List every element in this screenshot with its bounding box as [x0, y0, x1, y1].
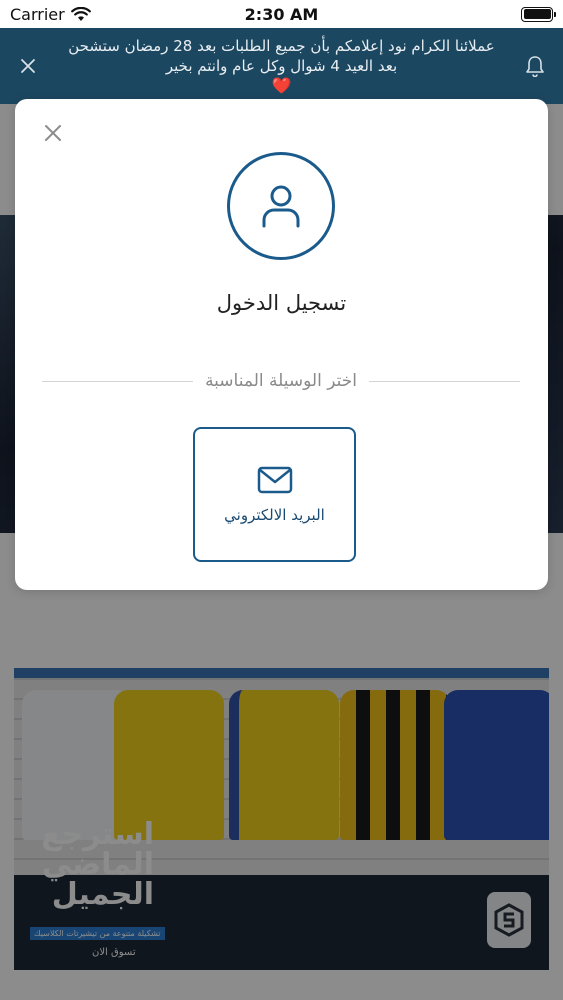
announcement-text: عملائنا الكرام نود إعلامكم بأن جميع الطل…	[68, 37, 495, 75]
login-title: تسجيل الدخول	[216, 291, 347, 315]
login-modal: تسجيل الدخول اختر الوسيلة المناسبة البري…	[15, 99, 548, 590]
battery-level	[523, 9, 551, 19]
banner-close-button[interactable]	[14, 52, 42, 80]
heart-emoji: ❤️	[271, 76, 292, 95]
divider-line	[368, 380, 521, 382]
close-icon	[21, 59, 35, 73]
user-icon	[262, 185, 300, 228]
mail-icon	[257, 466, 292, 493]
status-time: 2:30 AM	[244, 4, 319, 24]
announcement-text-block: عملائنا الكرام نود إعلامكم بأن جميع الطل…	[42, 36, 521, 96]
bell-icon	[526, 56, 544, 77]
method-divider: اختر الوسيلة المناسبة	[42, 370, 521, 392]
email-login-label: البريد الالكتروني	[224, 505, 325, 524]
email-login-button[interactable]: البريد الالكتروني	[193, 427, 356, 562]
close-icon	[45, 125, 61, 141]
battery-icon	[521, 6, 556, 22]
avatar	[227, 152, 335, 260]
status-bar: Carrier 2:30 AM	[0, 0, 563, 28]
divider-line	[42, 380, 194, 382]
divider-text: اختر الوسيلة المناسبة	[205, 371, 357, 391]
announcement-banner: عملائنا الكرام نود إعلامكم بأن جميع الطل…	[0, 28, 563, 104]
notifications-button[interactable]	[521, 52, 549, 80]
modal-close-button[interactable]	[39, 119, 67, 151]
